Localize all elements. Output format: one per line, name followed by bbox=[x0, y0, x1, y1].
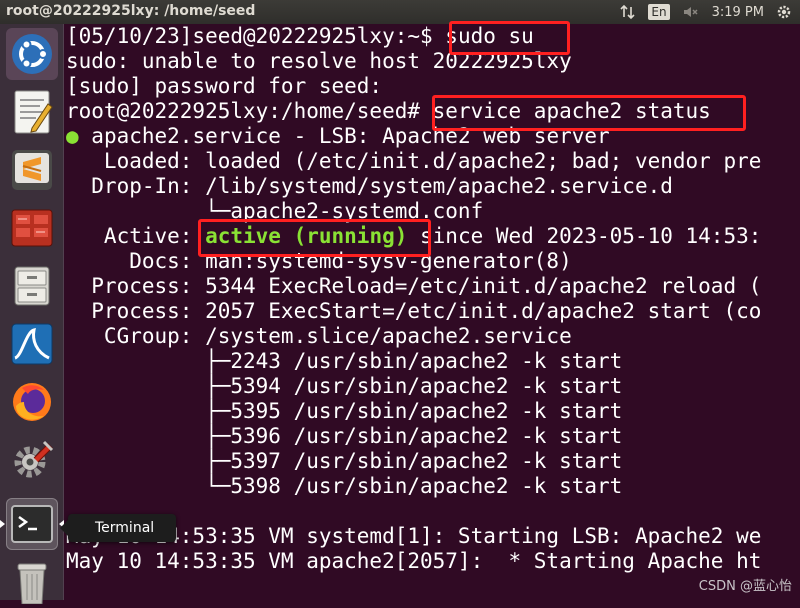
ubuntu-dash-button[interactable] bbox=[6, 28, 58, 80]
terminal-line-16: ├─5395 /usr/sbin/apache2 -k start bbox=[66, 399, 622, 424]
terminal-line-19: └─5398 /usr/sbin/apache2 -k start bbox=[66, 474, 622, 499]
firefox-launcher[interactable] bbox=[6, 376, 58, 428]
keyboard-layout-indicator[interactable]: En bbox=[648, 4, 669, 20]
trash-icon bbox=[10, 560, 54, 604]
system-settings-launcher[interactable] bbox=[6, 434, 58, 486]
terminal-line-13: CGroup: /system.slice/apache2.service bbox=[66, 324, 572, 349]
running-indicator bbox=[0, 520, 5, 528]
wireshark-icon bbox=[10, 322, 54, 366]
terminal-line-3: [sudo] password for seed: bbox=[66, 74, 382, 99]
highlight-box-service-status bbox=[432, 95, 746, 131]
terminal-line-11: Process: 5344 ExecReload=/etc/init.d/apa… bbox=[66, 274, 761, 299]
terminal-tooltip: Terminal bbox=[68, 514, 176, 542]
sublime-icon bbox=[10, 148, 54, 192]
app-red-icon bbox=[10, 206, 54, 250]
highlight-box-active-running bbox=[198, 219, 431, 257]
text-editor-launcher[interactable] bbox=[6, 86, 58, 138]
terminal-line-7: Drop-In: /lib/systemd/system/apache2.ser… bbox=[66, 174, 673, 199]
sublime-launcher[interactable] bbox=[6, 144, 58, 196]
service-status-dot-icon: ● bbox=[66, 124, 79, 148]
terminal-line-22: May 10 14:53:35 VM apache2[2057]: * Star… bbox=[66, 549, 761, 574]
settings-icon bbox=[10, 438, 54, 482]
terminal-line-12: Process: 2057 ExecStart=/etc/init.d/apac… bbox=[66, 299, 761, 324]
file-cabinet-icon bbox=[10, 264, 54, 308]
top-panel: root@20222925lxy: /home/seed En 3:19 PM bbox=[0, 0, 800, 24]
terminal-line-15: ├─5394 /usr/sbin/apache2 -k start bbox=[66, 374, 622, 399]
clock[interactable]: 3:19 PM bbox=[712, 5, 764, 20]
launcher bbox=[0, 24, 64, 600]
terminal-line-17: ├─5396 /usr/sbin/apache2 -k start bbox=[66, 424, 622, 449]
gear-icon[interactable] bbox=[776, 4, 792, 20]
file-manager-launcher[interactable] bbox=[6, 260, 58, 312]
volume-muted-icon[interactable] bbox=[682, 4, 698, 20]
wireshark-launcher[interactable] bbox=[6, 318, 58, 370]
terminal-launcher[interactable] bbox=[6, 498, 58, 550]
root-prompt: root@20222925lxy:/home/seed# bbox=[66, 99, 433, 123]
firefox-icon bbox=[10, 380, 54, 424]
watermark: CSDN @蓝心怡 bbox=[699, 575, 792, 594]
terminal-line-14: ├─2243 /usr/sbin/apache2 -k start bbox=[66, 349, 622, 374]
active-label: Active: bbox=[66, 224, 205, 248]
app-red-launcher[interactable] bbox=[6, 202, 58, 254]
terminal-line-6: Loaded: loaded (/etc/init.d/apache2; bad… bbox=[66, 149, 761, 174]
ubuntu-logo-icon bbox=[10, 32, 54, 76]
window-title: root@20222925lxy: /home/seed bbox=[6, 3, 255, 19]
terminal-icon bbox=[10, 502, 54, 546]
terminal-line-18: ├─5397 /usr/sbin/apache2 -k start bbox=[66, 449, 622, 474]
text-editor-icon bbox=[10, 88, 54, 136]
system-tray: En 3:19 PM bbox=[608, 0, 800, 24]
user-prompt: [05/10/23]seed@20222925lxy:~$ bbox=[66, 24, 445, 48]
trash-launcher[interactable] bbox=[6, 556, 58, 608]
active-since: since Wed 2023-05-10 14:53: bbox=[407, 224, 761, 248]
highlight-box-sudo-su bbox=[449, 21, 570, 55]
network-arrows-icon[interactable] bbox=[620, 4, 636, 20]
